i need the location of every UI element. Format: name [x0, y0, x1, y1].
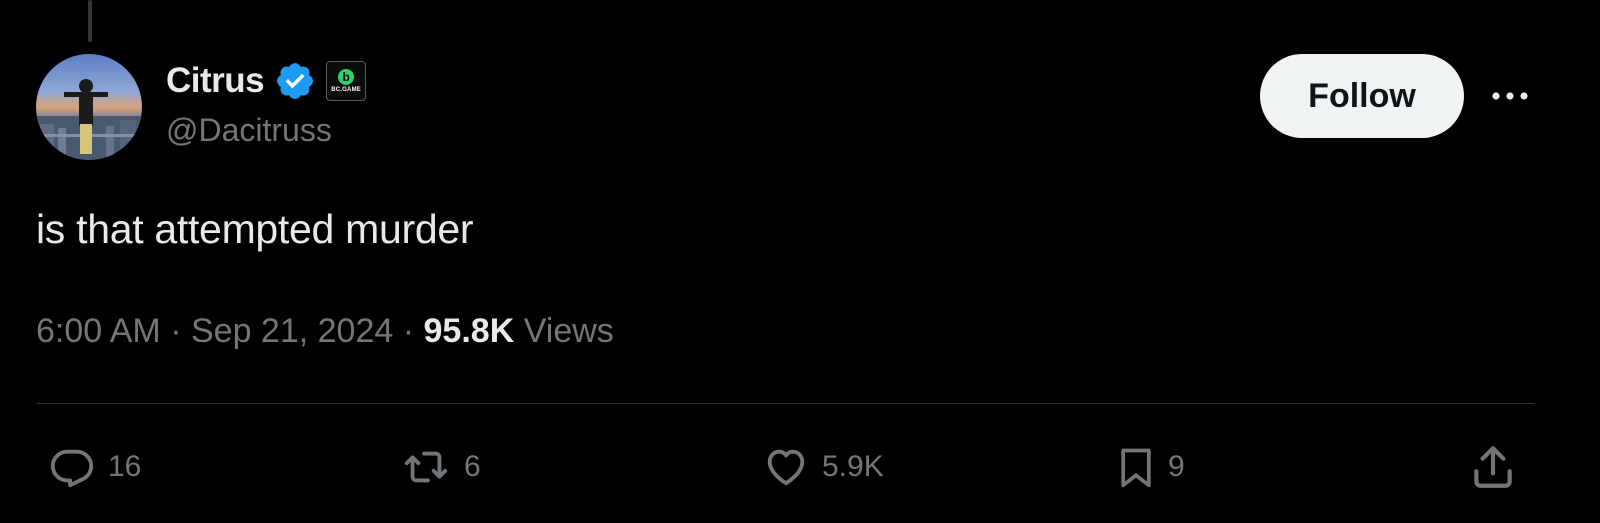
- repost-icon: [404, 451, 448, 483]
- like-count: 5.9K: [822, 450, 884, 483]
- reply-count: 16: [108, 450, 142, 483]
- tweet-time[interactable]: 6:00 AM: [36, 312, 161, 350]
- share-icon: [1474, 446, 1512, 488]
- tweet-text: is that attempted murder: [36, 206, 474, 252]
- avatar-image: [36, 54, 142, 160]
- tweet-meta-row: 6:00 AM · Sep 21, 2024 · 95.8K Views: [36, 312, 614, 351]
- avatar[interactable]: [36, 54, 142, 160]
- affiliate-badge[interactable]: b BC.GAME: [326, 61, 367, 101]
- heart-icon: [767, 449, 805, 486]
- follow-button[interactable]: Follow: [1260, 54, 1464, 138]
- reply-icon: [50, 449, 94, 488]
- affiliate-logo-icon: b: [338, 69, 355, 85]
- verified-badge-icon[interactable]: [274, 60, 316, 102]
- divider: [36, 403, 1534, 404]
- views-count[interactable]: 95.8K: [424, 312, 515, 350]
- more-horizontal-icon: [1492, 92, 1528, 100]
- meta-separator: ·: [402, 312, 415, 350]
- meta-separator: ·: [170, 312, 182, 350]
- author-display-name[interactable]: Citrus: [166, 61, 265, 101]
- bookmark-button[interactable]: 9: [1114, 442, 1185, 492]
- more-options-button[interactable]: [1484, 78, 1536, 114]
- bookmark-count: 9: [1168, 450, 1185, 483]
- repost-button[interactable]: 6: [398, 442, 481, 492]
- author-name-row: Citrus b BC.GAME: [166, 58, 367, 104]
- bookmark-icon: [1121, 448, 1151, 488]
- affiliate-label: BC.GAME: [331, 87, 361, 93]
- share-button[interactable]: [1468, 442, 1518, 492]
- views-label[interactable]: Views: [524, 312, 614, 350]
- repost-count: 6: [464, 450, 481, 483]
- like-button[interactable]: 5.9K: [760, 442, 884, 492]
- reply-button[interactable]: 16: [46, 442, 141, 492]
- thread-connector-line: [88, 0, 92, 42]
- tweet-date[interactable]: Sep 21, 2024: [191, 312, 393, 350]
- author-handle[interactable]: @Dacitruss: [166, 112, 332, 149]
